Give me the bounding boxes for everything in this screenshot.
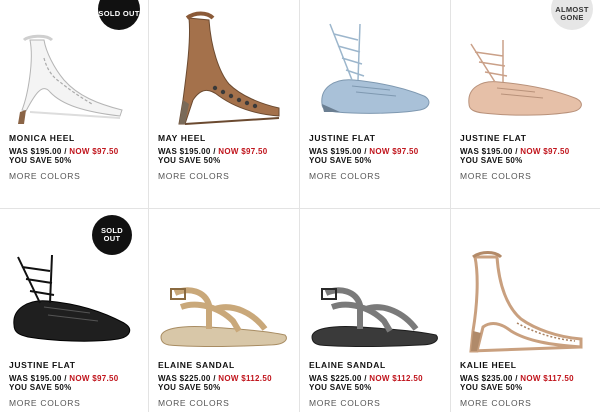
product-tile[interactable]: JUSTINE FLAT WAS $195.00 / NOW $97.50 YO…: [300, 0, 450, 208]
product-price: WAS $195.00 / NOW $97.50: [460, 147, 597, 156]
was-prefix: WAS: [9, 147, 31, 156]
now-price: $117.50: [543, 374, 574, 383]
now-prefix: NOW: [69, 374, 93, 383]
was-prefix: WAS: [309, 147, 331, 156]
product-name[interactable]: MAY HEEL: [158, 133, 295, 144]
was-price: $195.00: [481, 147, 513, 156]
product-price: WAS $235.00 / NOW $117.50: [460, 374, 597, 383]
was-price: $195.00: [30, 374, 62, 383]
now-price: $97.50: [241, 147, 268, 156]
product-name[interactable]: MONICA HEEL: [9, 133, 144, 144]
was-prefix: WAS: [460, 374, 482, 383]
more-colors-link[interactable]: MORE COLORS: [309, 398, 380, 408]
strappy-heel-icon[interactable]: [451, 227, 600, 357]
product-info: JUSTINE FLAT WAS $195.00 / NOW $97.50 YO…: [460, 133, 597, 165]
savings-text: YOU SAVE 50%: [309, 383, 372, 392]
now-prefix: NOW: [218, 147, 242, 156]
product-name[interactable]: KALIE HEEL: [460, 360, 597, 371]
savings-text: YOU SAVE 50%: [158, 383, 221, 392]
more-colors-link[interactable]: MORE COLORS: [460, 398, 531, 408]
was-prefix: WAS: [158, 147, 180, 156]
now-prefix: NOW: [369, 374, 393, 383]
was-price: $235.00: [481, 374, 513, 383]
product-name[interactable]: JUSTINE FLAT: [460, 133, 597, 144]
product-name[interactable]: JUSTINE FLAT: [9, 360, 144, 371]
more-colors-link[interactable]: MORE COLORS: [158, 398, 229, 408]
product-tile[interactable]: SOLD OUT JUSTINE FLAT WAS $195.00 / NOW …: [0, 209, 148, 412]
now-prefix: NOW: [218, 374, 242, 383]
was-prefix: WAS: [309, 374, 331, 383]
product-info: JUSTINE FLAT WAS $195.00 / NOW $97.50 YO…: [9, 360, 144, 392]
product-info: MAY HEEL WAS $195.00 / NOW $97.50 YOU SA…: [158, 133, 295, 165]
savings-text: YOU SAVE 50%: [9, 156, 72, 165]
product-info: ELAINE SANDAL WAS $225.00 / NOW $112.50 …: [309, 360, 446, 392]
was-price: $195.00: [30, 147, 62, 156]
was-prefix: WAS: [9, 374, 31, 383]
product-grid: SOLD OUT MONICA HEEL WAS $195.00 / NOW $…: [0, 0, 600, 412]
was-price: $225.00: [330, 374, 362, 383]
product-tile[interactable]: MAY HEEL WAS $195.00 / NOW $97.50 YOU SA…: [149, 0, 299, 208]
product-price: WAS $195.00 / NOW $97.50: [9, 374, 144, 383]
savings-text: YOU SAVE 50%: [309, 156, 372, 165]
product-tile[interactable]: ALMOST GONE JUSTINE FLAT WAS $195.00 / N…: [451, 0, 600, 208]
product-price: WAS $195.00 / NOW $97.50: [9, 147, 144, 156]
more-colors-link[interactable]: MORE COLORS: [460, 171, 531, 181]
flat-sandal-icon[interactable]: [300, 229, 450, 359]
more-colors-link[interactable]: MORE COLORS: [9, 171, 80, 181]
now-prefix: NOW: [369, 147, 393, 156]
more-colors-link[interactable]: MORE COLORS: [9, 398, 80, 408]
product-tile[interactable]: KALIE HEEL WAS $235.00 / NOW $117.50 YOU…: [451, 209, 600, 412]
product-price: WAS $225.00 / NOW $112.50: [309, 374, 446, 383]
product-tile[interactable]: ELAINE SANDAL WAS $225.00 / NOW $112.50 …: [300, 209, 450, 412]
was-prefix: WAS: [158, 374, 180, 383]
was-prefix: WAS: [460, 147, 482, 156]
badge-label: ALMOST GONE: [555, 5, 589, 22]
studded-heel-icon[interactable]: [149, 0, 299, 130]
now-price: $97.50: [392, 147, 419, 156]
product-name[interactable]: ELAINE SANDAL: [309, 360, 446, 371]
product-info: ELAINE SANDAL WAS $225.00 / NOW $112.50 …: [158, 360, 295, 392]
savings-text: YOU SAVE 50%: [460, 383, 523, 392]
was-price: $225.00: [179, 374, 211, 383]
lace-up-flat-icon[interactable]: [300, 0, 450, 130]
more-colors-link[interactable]: MORE COLORS: [158, 171, 229, 181]
product-info: JUSTINE FLAT WAS $195.00 / NOW $97.50 YO…: [309, 133, 446, 165]
was-price: $195.00: [330, 147, 362, 156]
product-info: MONICA HEEL WAS $195.00 / NOW $97.50 YOU…: [9, 133, 144, 165]
product-name[interactable]: JUSTINE FLAT: [309, 133, 446, 144]
flat-sandal-icon[interactable]: [149, 229, 299, 359]
now-price: $97.50: [92, 374, 119, 383]
product-tile[interactable]: SOLD OUT MONICA HEEL WAS $195.00 / NOW $…: [0, 0, 148, 208]
more-colors-link[interactable]: MORE COLORS: [309, 171, 380, 181]
product-info: KALIE HEEL WAS $235.00 / NOW $117.50 YOU…: [460, 360, 597, 392]
product-name[interactable]: ELAINE SANDAL: [158, 360, 295, 371]
product-price: WAS $225.00 / NOW $112.50: [158, 374, 295, 383]
now-prefix: NOW: [520, 147, 544, 156]
product-price: WAS $195.00 / NOW $97.50: [309, 147, 446, 156]
now-prefix: NOW: [520, 374, 544, 383]
badge-label: SOLD OUT: [98, 9, 140, 18]
badge-label: SOLD OUT: [100, 226, 124, 243]
product-price: WAS $195.00 / NOW $97.50: [158, 147, 295, 156]
product-tile[interactable]: ELAINE SANDAL WAS $225.00 / NOW $112.50 …: [149, 209, 299, 412]
savings-text: YOU SAVE 50%: [9, 383, 72, 392]
now-price: $112.50: [392, 374, 423, 383]
now-price: $97.50: [543, 147, 570, 156]
savings-text: YOU SAVE 50%: [460, 156, 523, 165]
now-prefix: NOW: [69, 147, 93, 156]
was-price: $195.00: [179, 147, 211, 156]
now-price: $112.50: [241, 374, 272, 383]
sold-out-badge: SOLD OUT: [92, 215, 132, 255]
savings-text: YOU SAVE 50%: [158, 156, 221, 165]
now-price: $97.50: [92, 147, 119, 156]
